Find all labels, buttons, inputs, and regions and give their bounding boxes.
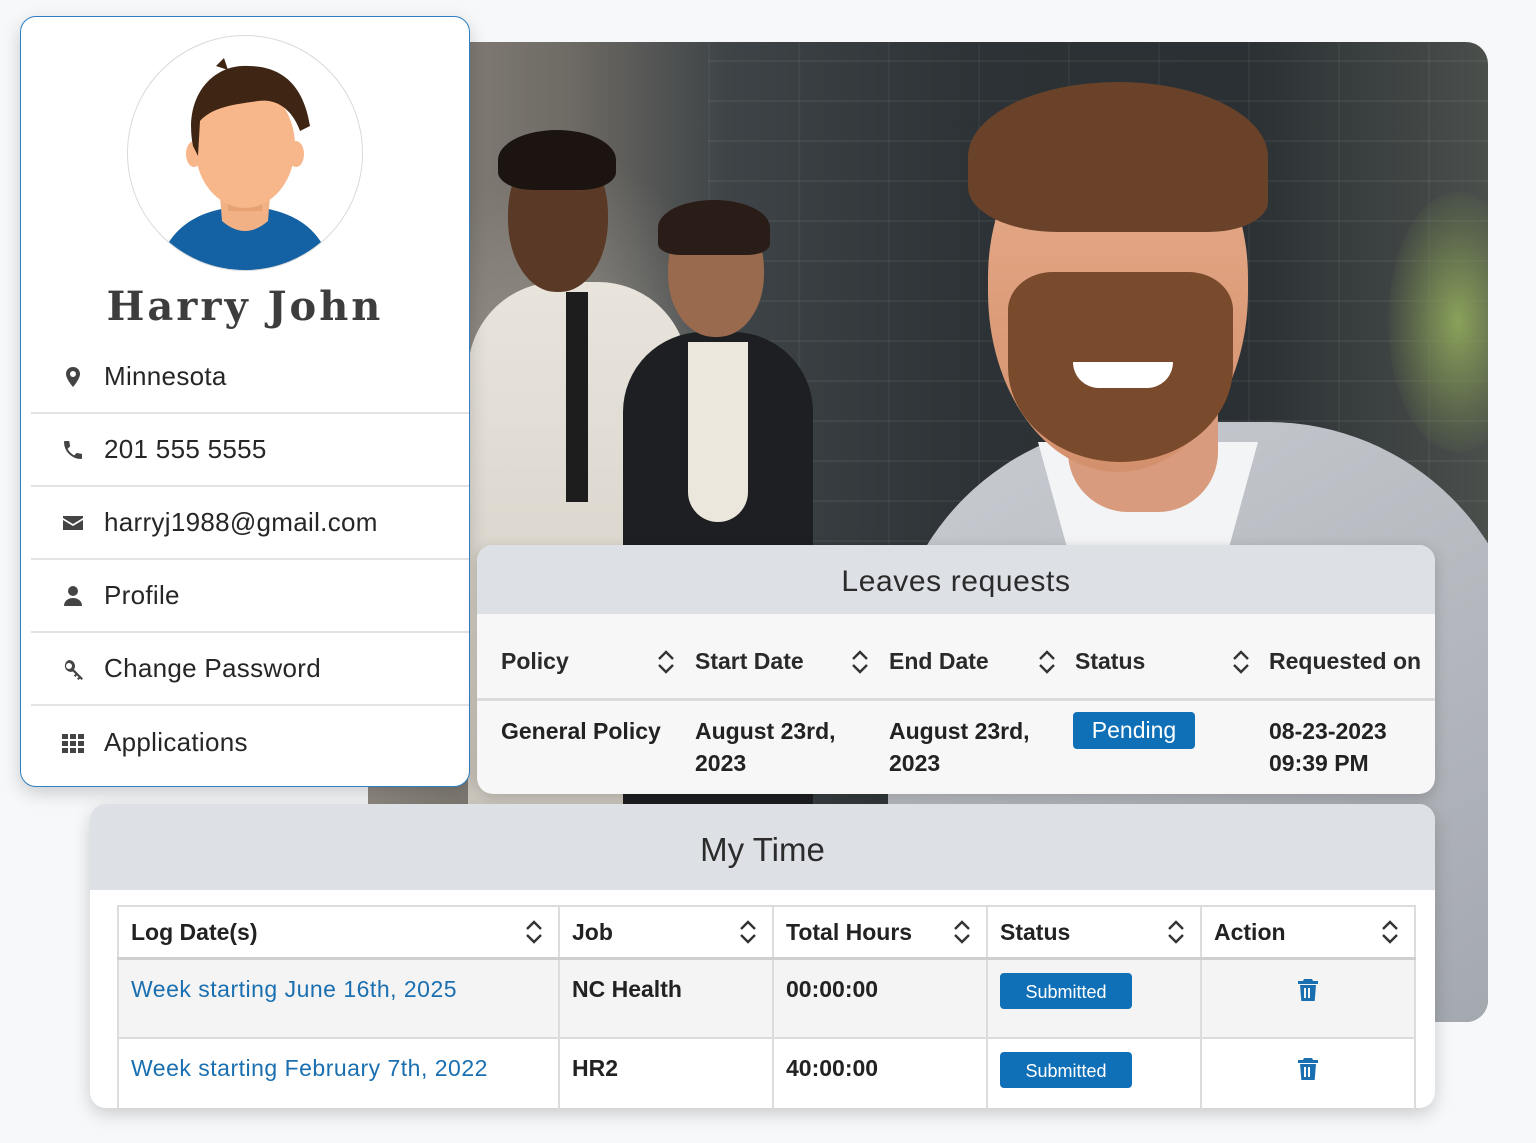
phone-icon [59, 436, 87, 464]
sort-icon[interactable] [1037, 649, 1057, 675]
column-start-date[interactable]: Start Date [695, 648, 804, 675]
key-icon [59, 655, 87, 683]
sort-icon[interactable] [850, 649, 870, 675]
status-badge: Pending [1073, 712, 1195, 749]
sort-icon[interactable] [952, 919, 972, 945]
menu-item-applications[interactable]: Applications [31, 706, 469, 779]
hours-cell: 40:00:00 [772, 1037, 988, 1108]
trash-icon[interactable] [1297, 1057, 1319, 1081]
hours-cell: 00:00:00 [772, 957, 988, 1039]
menu-item-location: Minnesota [31, 341, 469, 414]
sort-icon[interactable] [1166, 919, 1186, 945]
column-status[interactable]: Status [986, 905, 1202, 960]
menu-item-label: Minnesota [104, 361, 227, 391]
time-table: Log Date(s) Job Total Hours Status Actio… [117, 905, 1416, 1108]
column-end-date[interactable]: End Date [889, 648, 989, 675]
menu-item-label: Applications [104, 727, 248, 757]
week-link[interactable]: Week starting February 7th, 2022 [131, 1055, 488, 1081]
leaves-table-header: Policy Start Date End Date Status Reques… [477, 614, 1435, 701]
menu-item-label: 201 555 5555 [104, 434, 267, 464]
user-name: Harry John [106, 283, 384, 330]
week-link[interactable]: Week starting June 16th, 2025 [131, 976, 457, 1002]
sort-icon[interactable] [738, 919, 758, 945]
table-header-row: Log Date(s) Job Total Hours Status Actio… [117, 905, 1416, 960]
profile-card: Harry John Minnesota 201 555 5555 harryj… [20, 16, 470, 787]
job-cell: HR2 [558, 1037, 774, 1108]
leaves-title: Leaves requests [477, 545, 1435, 614]
location-pin-icon [59, 363, 87, 391]
sort-icon[interactable] [656, 649, 676, 675]
sort-icon[interactable] [1380, 919, 1400, 945]
policy-cell: General Policy [501, 718, 661, 744]
sort-icon[interactable] [524, 919, 544, 945]
end-date-cell: August 23rd, 2023 [889, 718, 1030, 776]
trash-icon[interactable] [1297, 978, 1319, 1002]
menu-item-label: Profile [104, 580, 180, 610]
profile-menu: Minnesota 201 555 5555 harryj1988@gmail.… [31, 341, 469, 779]
sort-icon[interactable] [1231, 649, 1251, 675]
column-status[interactable]: Status [1075, 648, 1145, 675]
column-action[interactable]: Action [1200, 905, 1416, 960]
menu-item-profile[interactable]: Profile [31, 560, 469, 633]
envelope-icon [59, 509, 87, 537]
table-row: Week starting June 16th, 2025 NC Health … [117, 957, 1416, 1039]
grid-icon [59, 729, 87, 757]
menu-item-phone[interactable]: 201 555 5555 [31, 414, 469, 487]
column-policy[interactable]: Policy [501, 648, 569, 675]
status-badge: Submitted [1000, 1052, 1132, 1088]
status-badge: Submitted [1000, 973, 1132, 1009]
column-total-hours[interactable]: Total Hours [772, 905, 988, 960]
column-job[interactable]: Job [558, 905, 774, 960]
my-time-title: My Time [90, 804, 1435, 890]
menu-item-email[interactable]: harryj1988@gmail.com [31, 487, 469, 560]
avatar-illustration [158, 58, 332, 270]
column-requested-on[interactable]: Requested on [1269, 648, 1421, 675]
table-row: Week starting February 7th, 2022 HR2 40:… [117, 1037, 1416, 1108]
leaves-requests-panel: Leaves requests Policy Start Date End Da… [477, 545, 1435, 794]
avatar [127, 35, 363, 271]
menu-item-label: Change Password [104, 653, 321, 683]
start-date-cell: August 23rd, 2023 [695, 718, 836, 776]
requested-on-cell: 08-23-2023 09:39 PM [1269, 718, 1387, 776]
table-row: General Policy August 23rd, 2023 August 2… [477, 701, 1435, 794]
user-icon [59, 582, 87, 610]
job-cell: NC Health [558, 957, 774, 1039]
menu-item-change-password[interactable]: Change Password [31, 633, 469, 706]
my-time-panel: My Time Log Date(s) Job Total Hours Stat… [90, 804, 1435, 1108]
menu-item-label: harryj1988@gmail.com [104, 507, 378, 537]
column-log-dates[interactable]: Log Date(s) [117, 905, 560, 960]
